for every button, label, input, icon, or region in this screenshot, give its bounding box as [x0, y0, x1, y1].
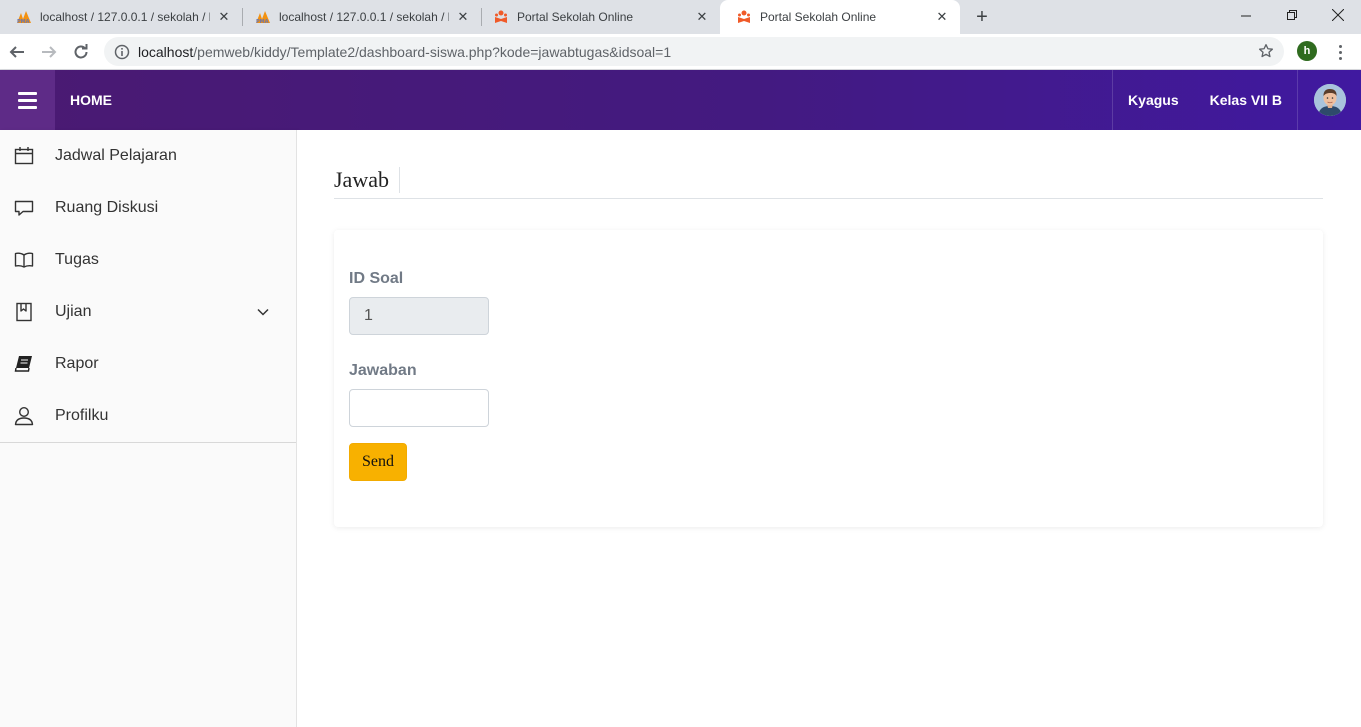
browser-menu-icon[interactable] — [1332, 41, 1348, 63]
tab-close-icon[interactable]: ✕ — [216, 9, 232, 25]
sidebar-item-jadwal-pelajaran[interactable]: Jadwal Pelajaran — [0, 130, 296, 182]
browser-tab-1[interactable]: PMA localhost / 127.0.0.1 / sekolah / b … — [0, 0, 242, 34]
sidebar-item-ruang-diskusi[interactable]: Ruang Diskusi — [0, 182, 296, 234]
home-link[interactable]: HOME — [70, 70, 112, 130]
new-tab-button[interactable]: + — [970, 5, 994, 29]
url-text: localhost/pemweb/kiddy/Template2/dashboa… — [138, 44, 671, 60]
school-icon — [736, 9, 752, 25]
sidebar: Jadwal Pelajaran Ruang Diskusi Tugas Uji… — [0, 130, 297, 727]
id-soal-label: ID Soal — [349, 270, 404, 287]
url-host: localhost — [138, 43, 194, 60]
send-button[interactable]: Send — [349, 443, 407, 481]
hamburger-menu-icon[interactable] — [0, 70, 55, 130]
sidebar-item-label: Tugas — [55, 251, 99, 268]
bookmark-book-icon — [14, 302, 34, 322]
sidebar-item-ujian[interactable]: Ujian — [0, 286, 296, 338]
jawaban-field[interactable] — [349, 389, 489, 427]
svg-text:PMA: PMA — [17, 19, 30, 24]
reload-icon[interactable] — [67, 38, 95, 66]
avatar — [1313, 84, 1346, 116]
avatar-button[interactable] — [1298, 70, 1361, 130]
sidebar-item-profilku[interactable]: Profilku — [0, 390, 296, 442]
calendar-icon — [14, 146, 34, 166]
browser-toolbar: localhost/pemweb/kiddy/Template2/dashboa… — [0, 34, 1361, 70]
chevron-down-icon[interactable] — [256, 305, 270, 319]
minimize-icon[interactable] — [1223, 0, 1269, 30]
user-icon — [14, 406, 34, 426]
user-name[interactable]: Kyagus — [1113, 70, 1194, 130]
sidebar-item-label: Jadwal Pelajaran — [55, 147, 177, 164]
tab-close-icon[interactable]: ✕ — [934, 9, 950, 25]
url-path: /pemweb/kiddy/Template2/dashboard-siswa.… — [193, 43, 672, 60]
sidebar-item-label: Ujian — [55, 303, 92, 320]
sidebar-item-label: Rapor — [55, 355, 99, 372]
window-close-icon[interactable] — [1315, 0, 1361, 30]
answer-form-card: ID Soal 1 Jawaban Send — [334, 230, 1323, 527]
book-icon — [14, 354, 34, 374]
id-soal-field[interactable]: 1 — [349, 297, 489, 335]
school-icon — [493, 9, 509, 25]
phpmyadmin-icon: PMA — [255, 9, 271, 25]
tab-title: localhost / 127.0.0.1 / sekolah / b — [279, 10, 449, 24]
main-content: Jawab ID Soal 1 Jawaban Send — [297, 130, 1361, 727]
open-book-icon — [14, 250, 34, 270]
restore-icon[interactable] — [1269, 0, 1315, 30]
tab-title: localhost / 127.0.0.1 / sekolah / b — [40, 10, 210, 24]
bookmark-star-icon[interactable] — [1258, 43, 1274, 59]
browser-profile-avatar[interactable]: h — [1297, 41, 1317, 61]
address-bar[interactable]: localhost/pemweb/kiddy/Template2/dashboa… — [104, 37, 1284, 66]
sidebar-item-label: Ruang Diskusi — [55, 199, 159, 216]
back-arrow-icon[interactable] — [3, 38, 31, 66]
page-title: Jawab — [334, 167, 400, 193]
tab-title: Portal Sekolah Online — [517, 10, 634, 24]
jawaban-label: Jawaban — [349, 362, 417, 379]
browser-tab-3[interactable]: Portal Sekolah Online ✕ — [477, 0, 720, 34]
browser-tab-strip: PMA localhost / 127.0.0.1 / sekolah / b … — [0, 0, 1361, 34]
class-name[interactable]: Kelas VII B — [1194, 70, 1297, 130]
tab-close-icon[interactable]: ✕ — [455, 9, 471, 25]
sidebar-menu: Jadwal Pelajaran Ruang Diskusi Tugas Uji… — [0, 130, 296, 443]
forward-arrow-icon[interactable] — [35, 38, 63, 66]
info-icon[interactable] — [114, 44, 130, 60]
tab-close-icon[interactable]: ✕ — [694, 9, 710, 25]
page-header: Jawab — [334, 162, 1323, 199]
browser-tab-active[interactable]: Portal Sekolah Online ✕ — [720, 0, 960, 34]
app-header: HOME Kyagus Kelas VII B — [0, 70, 1361, 130]
sidebar-item-tugas[interactable]: Tugas — [0, 234, 296, 286]
svg-text:PMA: PMA — [256, 19, 269, 24]
tab-title: Portal Sekolah Online — [760, 10, 877, 24]
browser-tab-2[interactable]: PMA localhost / 127.0.0.1 / sekolah / b … — [239, 0, 481, 34]
header-user-area: Kyagus Kelas VII B — [1112, 70, 1361, 130]
sidebar-item-rapor[interactable]: Rapor — [0, 338, 296, 390]
phpmyadmin-icon: PMA — [16, 9, 32, 25]
sidebar-item-label: Profilku — [55, 407, 109, 424]
chat-icon — [14, 198, 34, 218]
